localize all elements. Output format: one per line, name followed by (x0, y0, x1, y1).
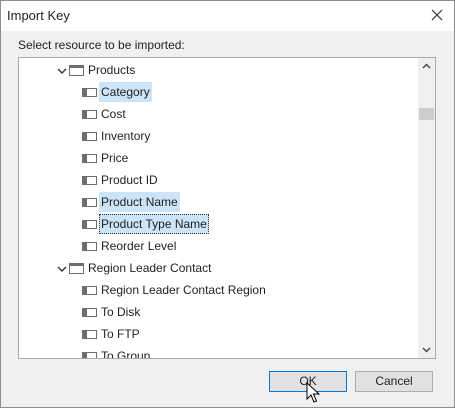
tree-field-row[interactable]: Inventory (19, 125, 417, 147)
cancel-button[interactable]: Cancel (355, 371, 433, 392)
tree-item-label[interactable]: Product Type Name (99, 214, 209, 234)
tree-field-row[interactable]: Reorder Level (19, 235, 417, 257)
field-icon (82, 154, 97, 163)
tree-item-label[interactable]: Products (86, 60, 137, 80)
tree-field-row[interactable]: To Disk (19, 301, 417, 323)
tree-field-row[interactable]: Product Type Name (19, 213, 417, 235)
tree-item-label[interactable]: Product Name (99, 192, 180, 212)
tree-field-row[interactable]: Category (19, 81, 417, 103)
select-resource-prompt: Select resource to be imported: (18, 38, 185, 52)
resource-tree[interactable]: Products Category Cost Inventory Price Produc… (18, 57, 436, 359)
tree-field-row[interactable]: Region Leader Contact Region (19, 279, 417, 301)
tree-item-label[interactable]: To Disk (99, 302, 142, 322)
field-icon (82, 198, 97, 207)
tree-field-row[interactable]: Cost (19, 103, 417, 125)
chevron-down-icon[interactable] (56, 263, 68, 275)
scroll-down-icon[interactable] (418, 341, 435, 358)
tree-field-row[interactable]: Product Name (19, 191, 417, 213)
vertical-scrollbar[interactable] (418, 58, 435, 358)
tree-folder-row[interactable]: Products (19, 59, 417, 81)
field-icon (82, 330, 97, 339)
chevron-down-icon[interactable] (56, 65, 68, 77)
tree-item-label[interactable]: Reorder Level (99, 236, 178, 256)
title-bar: Import Key (1, 1, 454, 31)
tree-field-row[interactable]: To Group (19, 345, 417, 358)
tree-item-label[interactable]: To Group (99, 346, 152, 358)
import-key-dialog: Import Key Select resource to be importe… (0, 0, 455, 408)
tree-item-label[interactable]: Product ID (99, 170, 160, 190)
tree-item-label[interactable]: To FTP (99, 324, 142, 344)
tree-field-row[interactable]: Product ID (19, 169, 417, 191)
tree-field-row[interactable]: Price (19, 147, 417, 169)
field-icon (82, 286, 97, 295)
table-folder-icon (69, 263, 84, 274)
field-icon (82, 110, 97, 119)
dialog-title: Import Key (7, 8, 70, 23)
tree-field-row[interactable]: To FTP (19, 323, 417, 345)
tree-item-label[interactable]: Category (99, 82, 152, 102)
field-icon (82, 176, 97, 185)
scroll-thumb[interactable] (419, 108, 434, 120)
field-icon (82, 132, 97, 141)
tree-item-label[interactable]: Region Leader Contact Region (99, 280, 268, 300)
scroll-up-icon[interactable] (418, 58, 435, 75)
table-folder-icon (69, 65, 84, 76)
field-icon (82, 308, 97, 317)
field-icon (82, 220, 97, 229)
field-icon (82, 88, 97, 97)
tree-item-label[interactable]: Inventory (99, 126, 152, 146)
tree-item-label[interactable]: Region Leader Contact (86, 258, 213, 278)
field-icon (82, 242, 97, 251)
tree-folder-row[interactable]: Region Leader Contact (19, 257, 417, 279)
mouse-pointer-icon (306, 381, 322, 404)
close-icon[interactable] (428, 6, 446, 24)
tree-item-label[interactable]: Cost (99, 104, 128, 124)
tree-item-label[interactable]: Price (99, 148, 130, 168)
field-icon (82, 352, 97, 358)
